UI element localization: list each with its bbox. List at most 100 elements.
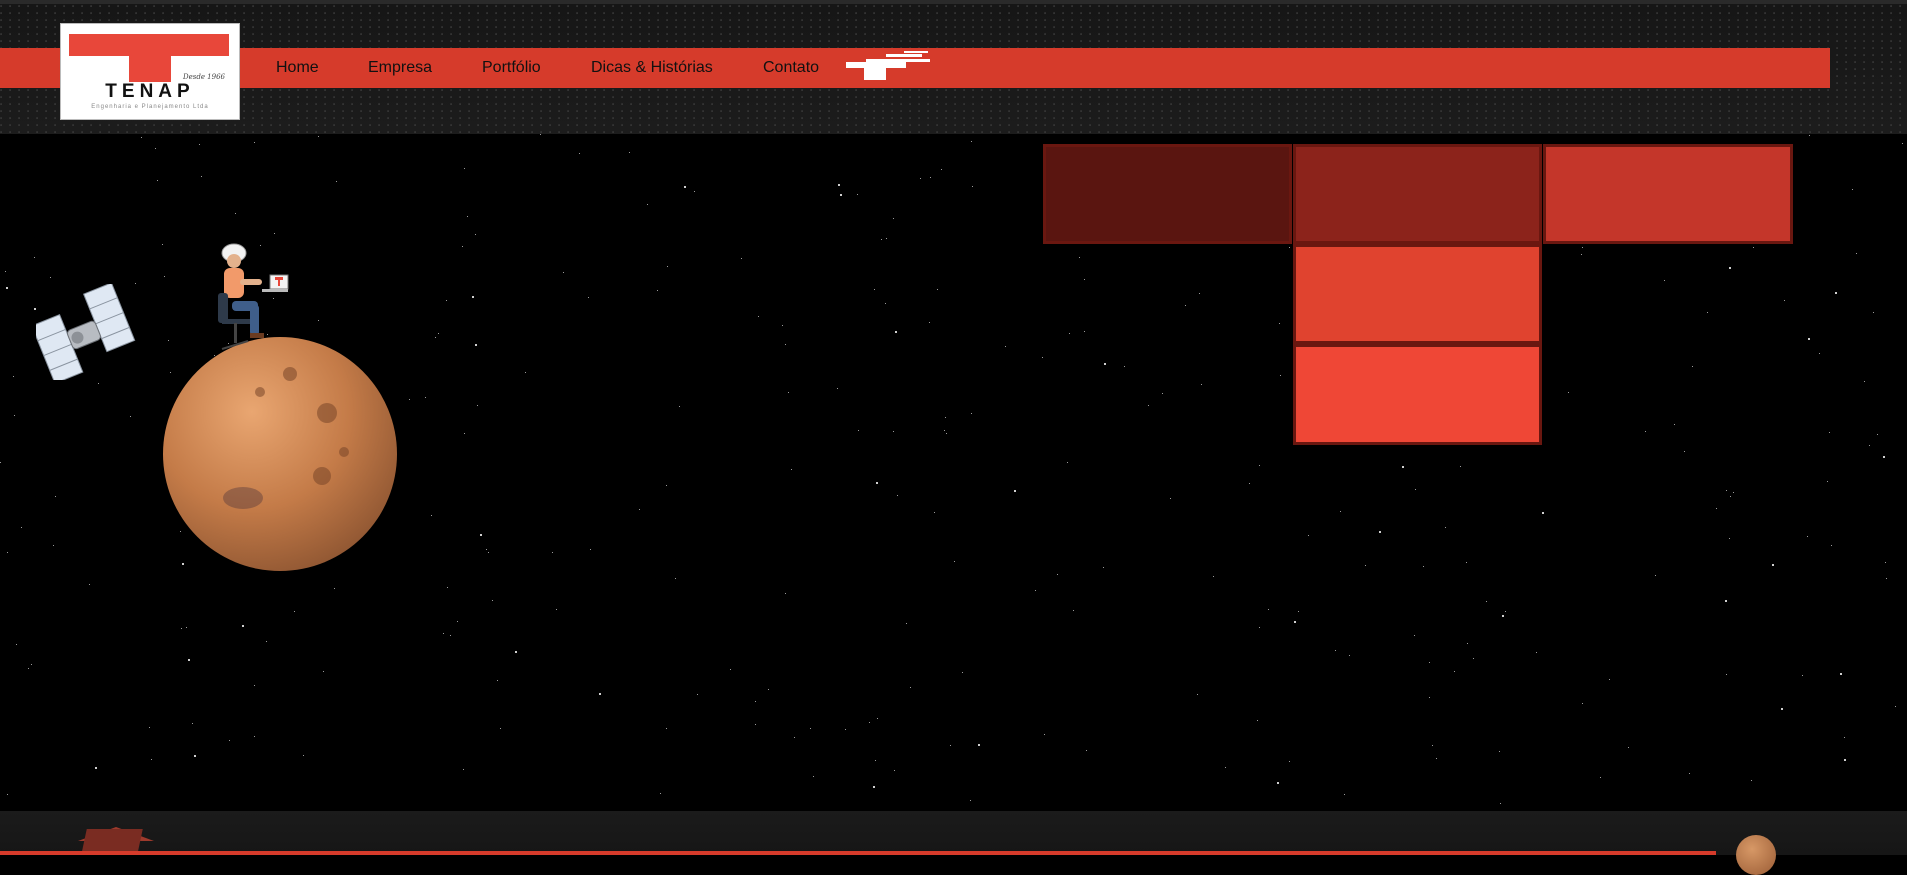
star: [1104, 363, 1106, 365]
star: [141, 137, 142, 138]
star: [294, 611, 295, 612]
star: [838, 184, 840, 186]
star: [151, 759, 152, 760]
nav-dicas-historias[interactable]: Dicas & Histórias: [591, 59, 713, 77]
star: [188, 659, 190, 661]
star: [1436, 758, 1437, 759]
star: [666, 485, 667, 486]
star: [475, 344, 477, 346]
star: [1268, 609, 1269, 610]
star: [1502, 615, 1504, 617]
star: [893, 431, 894, 432]
star: [1885, 562, 1886, 563]
star: [1844, 737, 1845, 738]
star: [755, 701, 756, 702]
star: [1716, 508, 1717, 509]
star: [885, 303, 886, 304]
star: [970, 800, 971, 801]
star: [894, 770, 895, 771]
star: [1684, 451, 1685, 452]
star: [1809, 135, 1810, 136]
star: [16, 644, 17, 645]
nav-empresa[interactable]: Empresa: [368, 59, 432, 77]
star: [1784, 300, 1785, 301]
star: [556, 609, 557, 610]
star: [1831, 545, 1832, 546]
star: [497, 680, 498, 681]
satellite-icon: [36, 284, 136, 380]
star: [1379, 531, 1381, 533]
nav-contato[interactable]: Contato: [763, 59, 819, 77]
star: [199, 144, 200, 145]
star: [1415, 489, 1416, 490]
star: [318, 320, 319, 321]
star: [181, 628, 182, 629]
star: [897, 495, 898, 496]
star: [14, 415, 15, 416]
star: [647, 204, 648, 205]
star: [893, 218, 894, 219]
star: [1852, 189, 1853, 190]
logo-since: Desde 1966: [182, 73, 225, 81]
star: [89, 584, 90, 585]
star: [31, 664, 32, 665]
tile-5[interactable]: [1293, 344, 1542, 445]
star: [1751, 780, 1752, 781]
star: [492, 600, 493, 601]
nav-portfolio[interactable]: Portfólio: [482, 59, 541, 77]
tile-2[interactable]: [1293, 144, 1542, 244]
star: [192, 723, 193, 724]
star: [1674, 424, 1675, 425]
star: [229, 740, 230, 741]
tile-3[interactable]: [1543, 144, 1793, 244]
star: [1581, 254, 1582, 255]
star: [1753, 247, 1754, 248]
logo[interactable]: Desde 1966 TENAP Engenharia e Planejamen…: [60, 23, 240, 120]
star: [1197, 694, 1198, 695]
star: [954, 561, 955, 562]
star: [488, 552, 489, 553]
star: [1423, 566, 1424, 567]
star: [1298, 611, 1299, 612]
star: [840, 194, 842, 196]
star: [1582, 247, 1583, 248]
star: [475, 234, 476, 235]
star: [443, 633, 444, 634]
star: [877, 718, 878, 719]
star: [934, 512, 935, 513]
star: [323, 671, 324, 672]
star: [873, 786, 875, 788]
star: [1057, 574, 1058, 575]
star: [599, 693, 601, 695]
star: [1335, 650, 1336, 651]
star: [162, 244, 163, 245]
star: [1349, 655, 1350, 656]
star: [944, 430, 945, 431]
star: [515, 651, 517, 653]
logo-wordmark: TENAP: [105, 81, 195, 102]
star: [1655, 575, 1656, 576]
star: [1289, 761, 1290, 762]
star: [1199, 293, 1200, 294]
star: [552, 552, 553, 553]
star: [1726, 490, 1727, 491]
star: [50, 277, 51, 278]
star: [810, 728, 811, 729]
star: [1466, 562, 1467, 563]
star: [13, 376, 14, 377]
star: [791, 469, 792, 470]
star: [1185, 305, 1186, 306]
airplane-icon: [846, 51, 930, 80]
star: [450, 635, 451, 636]
nav-home[interactable]: Home: [276, 59, 319, 77]
star: [1067, 462, 1068, 463]
tile-1[interactable]: [1043, 144, 1292, 244]
star: [978, 744, 980, 746]
star: [1294, 621, 1296, 623]
star: [694, 191, 695, 192]
star: [1308, 535, 1309, 536]
star: [666, 728, 667, 729]
tile-4[interactable]: [1293, 244, 1542, 344]
star: [1726, 674, 1727, 675]
star: [950, 745, 951, 746]
